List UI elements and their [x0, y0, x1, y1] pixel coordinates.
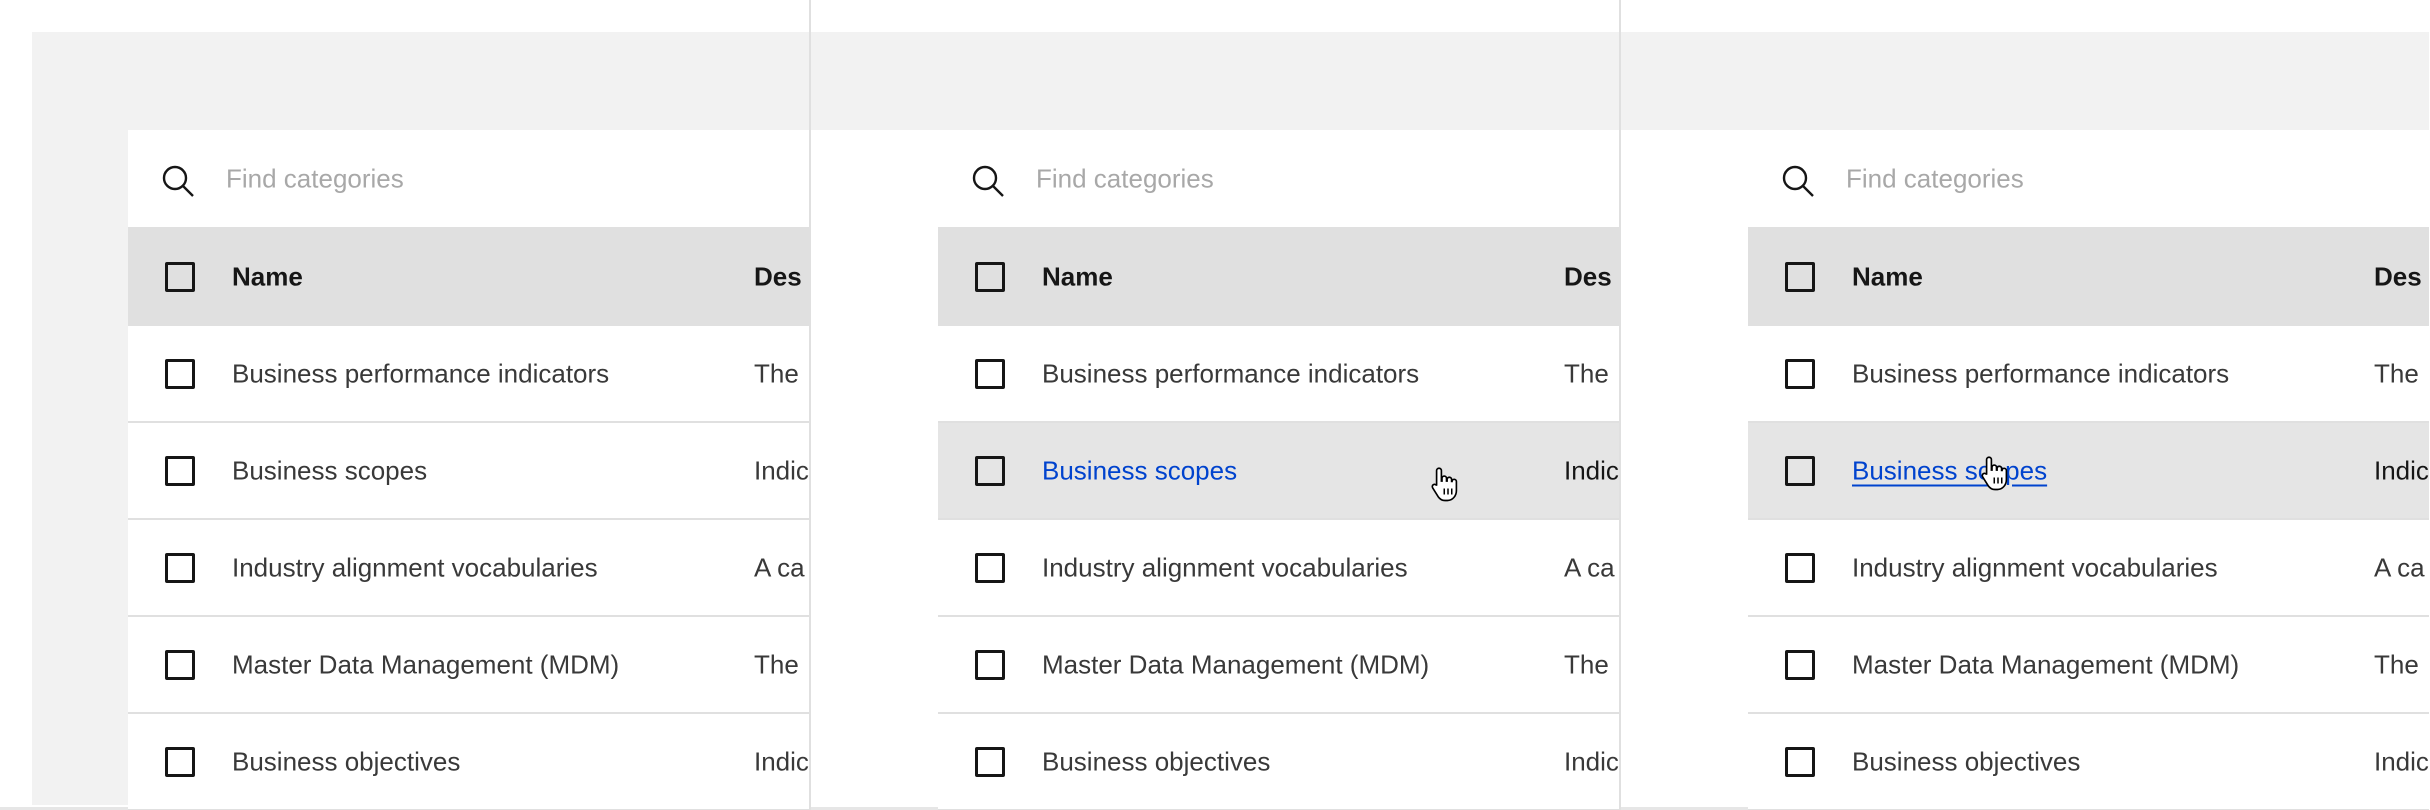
- row-checkbox[interactable]: [975, 552, 1005, 583]
- select-all-checkbox[interactable]: [165, 261, 195, 292]
- select-all-checkbox[interactable]: [975, 261, 1005, 292]
- table-row[interactable]: Business performance indicators The: [128, 326, 809, 423]
- row-name-link[interactable]: Business objectives: [1852, 746, 2080, 777]
- row-checkbox[interactable]: [975, 358, 1005, 389]
- row-description: The: [2374, 358, 2419, 388]
- column-header-description[interactable]: Des: [1564, 261, 1612, 292]
- column-header-description[interactable]: Des: [2374, 261, 2422, 292]
- search-input[interactable]: [226, 154, 809, 204]
- table-row[interactable]: Master Data Management (MDM) The: [1748, 617, 2429, 714]
- table-row[interactable]: Industry alignment vocabularies A ca: [128, 520, 809, 617]
- search-icon: [1782, 165, 1814, 197]
- row-checkbox[interactable]: [165, 552, 195, 583]
- page-background: [1620, 32, 2429, 130]
- data-table: Find categories Name Des Business performan…: [1748, 130, 2429, 810]
- search-bar: Find categories: [938, 130, 1619, 227]
- panel-default: Find categories Name Des Business performan…: [0, 0, 809, 810]
- data-table: Find categories Name Des Business performan…: [128, 130, 809, 810]
- row-checkbox[interactable]: [1785, 455, 1815, 486]
- column-header-description[interactable]: Des: [754, 261, 802, 292]
- table-row[interactable]: Industry alignment vocabularies A ca: [1748, 520, 2429, 617]
- table-row[interactable]: Business scopes Indic: [1748, 423, 2429, 520]
- table-row[interactable]: Master Data Management (MDM) The: [128, 617, 809, 714]
- column-header-name[interactable]: Name: [1042, 261, 1113, 292]
- search-input[interactable]: [1846, 154, 2429, 204]
- row-checkbox[interactable]: [1785, 746, 1815, 777]
- row-name-link[interactable]: Master Data Management (MDM): [1852, 649, 2239, 680]
- row-name-link[interactable]: Industry alignment vocabularies: [1852, 552, 2218, 583]
- table-row[interactable]: Business objectives Indic: [1748, 714, 2429, 810]
- row-description: Indic: [754, 746, 809, 776]
- row-name-link[interactable]: Industry alignment vocabularies: [232, 552, 598, 583]
- row-checkbox[interactable]: [975, 649, 1005, 680]
- row-name-link[interactable]: Business objectives: [232, 746, 460, 777]
- panel-link-hover: Find categories Name Des Business performan…: [1620, 0, 2429, 810]
- row-checkbox[interactable]: [1785, 358, 1815, 389]
- table-row[interactable]: Business objectives Indic: [938, 714, 1619, 810]
- row-name-link[interactable]: Business objectives: [1042, 746, 1270, 777]
- row-name-link[interactable]: Master Data Management (MDM): [232, 649, 619, 680]
- row-name-link[interactable]: Industry alignment vocabularies: [1042, 552, 1408, 583]
- table-row[interactable]: Industry alignment vocabularies A ca: [938, 520, 1619, 617]
- hand-cursor-icon: [1981, 456, 2008, 491]
- search-bar: Find categories: [128, 130, 809, 227]
- panel-row-hover: Find categories Name Des Business performan…: [810, 0, 1619, 810]
- row-description: A ca: [754, 552, 805, 582]
- select-all-checkbox[interactable]: [1785, 261, 1815, 292]
- row-name-link[interactable]: Business performance indicators: [232, 358, 609, 389]
- table-header: Name Des: [938, 227, 1619, 326]
- column-header-name[interactable]: Name: [1852, 261, 1923, 292]
- row-description: The: [754, 649, 799, 679]
- search-icon: [162, 165, 194, 197]
- row-checkbox[interactable]: [1785, 552, 1815, 583]
- row-checkbox[interactable]: [975, 746, 1005, 777]
- hand-cursor-icon: [1431, 467, 1458, 502]
- row-description: A ca: [1564, 552, 1615, 582]
- table-row[interactable]: Business scopes Indic: [128, 423, 809, 520]
- row-description: Indic: [1564, 746, 1619, 776]
- search-icon: [972, 165, 1004, 197]
- table-row[interactable]: Business performance indicators The: [1748, 326, 2429, 423]
- row-checkbox[interactable]: [165, 358, 195, 389]
- row-name-link[interactable]: Business scopes: [1852, 455, 2047, 486]
- row-checkbox[interactable]: [975, 455, 1005, 486]
- data-table: Find categories Name Des Business performan…: [938, 130, 1619, 810]
- row-name-link[interactable]: Business scopes: [1042, 455, 1237, 486]
- table-row[interactable]: Business performance indicators The: [938, 326, 1619, 423]
- row-checkbox[interactable]: [165, 455, 195, 486]
- column-header-name[interactable]: Name: [232, 261, 303, 292]
- table-row[interactable]: Business objectives Indic: [128, 714, 809, 810]
- panel-divider: [809, 0, 811, 810]
- row-name-link[interactable]: Master Data Management (MDM): [1042, 649, 1429, 680]
- row-name-link[interactable]: Business scopes: [232, 455, 427, 486]
- row-description: The: [2374, 649, 2419, 679]
- row-checkbox[interactable]: [1785, 649, 1815, 680]
- table-header: Name Des: [1748, 227, 2429, 326]
- row-description: The: [1564, 358, 1609, 388]
- row-checkbox[interactable]: [165, 649, 195, 680]
- row-description: The: [754, 358, 799, 388]
- row-checkbox[interactable]: [165, 746, 195, 777]
- row-description: A ca: [2374, 552, 2425, 582]
- row-description: Indic: [754, 455, 809, 485]
- row-name-link[interactable]: Business performance indicators: [1852, 358, 2229, 389]
- search-input[interactable]: [1036, 154, 1619, 204]
- page-background: [810, 32, 1619, 130]
- row-description: Indic: [2374, 455, 2429, 485]
- table-row[interactable]: Business scopes Indic: [938, 423, 1619, 520]
- row-description: Indic: [2374, 746, 2429, 776]
- table-header: Name Des: [128, 227, 809, 326]
- row-description: The: [1564, 649, 1609, 679]
- row-name-link[interactable]: Business performance indicators: [1042, 358, 1419, 389]
- table-row[interactable]: Master Data Management (MDM) The: [938, 617, 1619, 714]
- panel-divider: [1619, 0, 1621, 810]
- search-bar: Find categories: [1748, 130, 2429, 227]
- row-description: Indic: [1564, 455, 1619, 485]
